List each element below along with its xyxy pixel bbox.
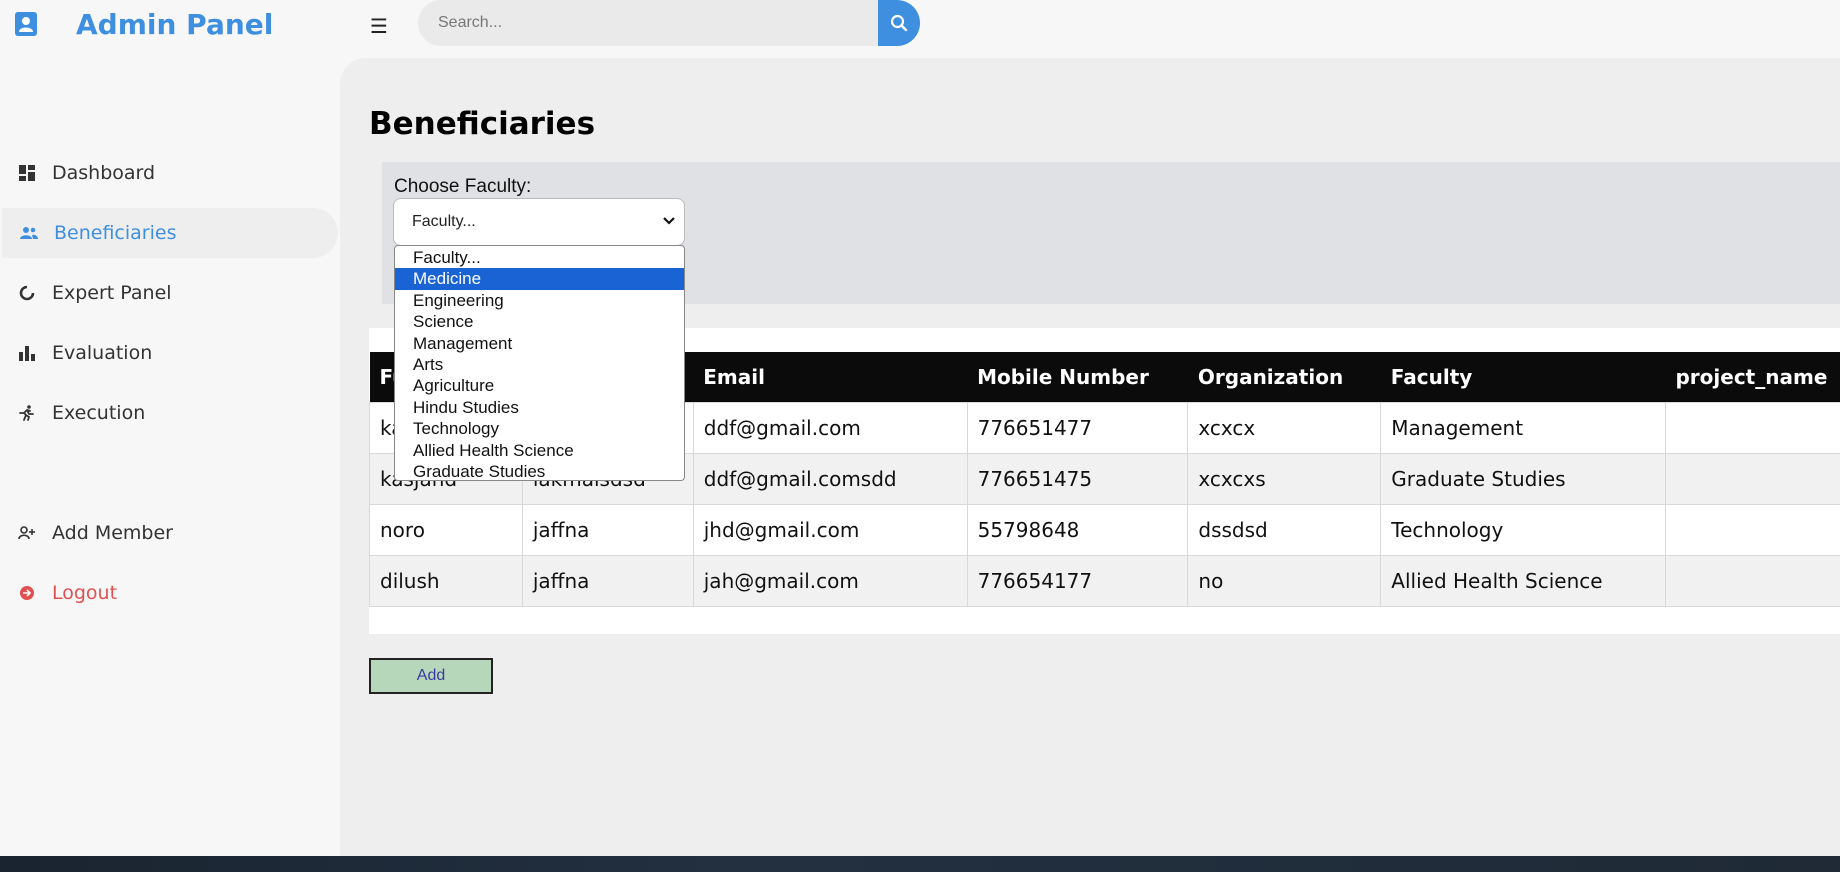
column-header[interactable]: project_name: [1665, 352, 1840, 402]
table-cell: [1664, 554, 1840, 607]
app-title: Admin Panel: [76, 7, 274, 41]
table-cell: Management: [1380, 401, 1666, 454]
dropdown-option[interactable]: Arts: [395, 354, 684, 375]
faculty-label: Choose Faculty:: [394, 176, 532, 197]
table-cell: xcxcxs: [1187, 452, 1382, 505]
table-cell: dilush: [369, 554, 523, 607]
table-cell: no: [1187, 554, 1382, 607]
table-cell: 55798648: [966, 503, 1189, 556]
os-taskbar: [0, 856, 1840, 872]
sidebar-item-label: Logout: [52, 582, 118, 604]
dropdown-option[interactable]: Engineering: [395, 290, 684, 311]
table-cell: noro: [369, 503, 523, 556]
dropdown-option-highlighted[interactable]: Medicine: [395, 268, 684, 290]
users-icon: [20, 224, 38, 242]
table-cell: xcxcx: [1187, 401, 1382, 454]
sidebar-item-add-member[interactable]: Add Member: [0, 508, 336, 558]
table-cell: jhd@gmail.com: [692, 503, 968, 556]
column-header[interactable]: Organization: [1187, 352, 1381, 402]
search-bar: [418, 0, 920, 46]
dropdown-option[interactable]: Hindu Studies: [395, 397, 684, 418]
dropdown-option[interactable]: Allied Health Science: [395, 440, 684, 461]
add-button[interactable]: Add: [369, 658, 493, 694]
bar-chart-icon: [18, 344, 36, 362]
menu-toggle-icon[interactable]: ☰: [370, 14, 388, 38]
sidebar-item-label: Beneficiaries: [54, 222, 177, 244]
logout-icon: [18, 584, 36, 602]
table-cell: jaffna: [521, 503, 694, 556]
search-input[interactable]: [418, 0, 878, 46]
table-cell: Graduate Studies: [1380, 452, 1666, 505]
sidebar-item-beneficiaries[interactable]: Beneficiaries: [2, 208, 338, 258]
table-cell: jah@gmail.com: [692, 554, 968, 607]
sidebar-item-label: Evaluation: [52, 342, 153, 364]
table-row[interactable]: noro jaffna jhd@gmail.com 55798648 dssds…: [369, 503, 1840, 556]
circle-arrow-icon: [18, 284, 36, 302]
user-plus-icon: [18, 524, 36, 542]
dropdown-option[interactable]: Graduate Studies: [395, 461, 684, 482]
chevron-down-icon: [663, 217, 675, 225]
table-cell: dssdsd: [1187, 503, 1382, 556]
dropdown-option[interactable]: Management: [395, 333, 684, 354]
table-cell: jaffna: [521, 554, 694, 607]
faculty-select-value: Faculty...: [412, 213, 476, 230]
column-header[interactable]: Email: [693, 352, 968, 402]
sidebar-item-label: Add Member: [52, 522, 173, 544]
faculty-dropdown-list: Faculty... Medicine Engineering Science …: [394, 245, 685, 481]
table-cell: ddf@gmail.com: [692, 401, 968, 454]
search-button[interactable]: [878, 0, 920, 46]
dropdown-option[interactable]: Technology: [395, 418, 684, 439]
page-title: Beneficiaries: [369, 106, 596, 142]
admin-badge-icon: [15, 12, 37, 36]
sidebar-item-execution[interactable]: Execution: [0, 388, 336, 438]
dashboard-icon: [18, 164, 36, 182]
sidebar-item-evaluation[interactable]: Evaluation: [0, 328, 336, 378]
table-cell: Technology: [1380, 503, 1666, 556]
sidebar-item-label: Execution: [52, 402, 146, 424]
sidebar-item-label: Dashboard: [52, 162, 156, 184]
table-cell: [1664, 503, 1840, 556]
sidebar-item-dashboard[interactable]: Dashboard: [0, 148, 336, 198]
table-cell: [1664, 401, 1840, 454]
dropdown-option[interactable]: Faculty...: [395, 247, 684, 268]
dropdown-option[interactable]: Agriculture: [395, 375, 684, 396]
table-cell: 776651477: [966, 401, 1189, 454]
table-cell: ddf@gmail.comsdd: [692, 452, 968, 505]
brand[interactable]: Admin Panel: [14, 6, 273, 42]
table-cell: [1664, 452, 1840, 505]
sidebar: Dashboard Beneficiaries Expert Panel Eva…: [0, 56, 340, 856]
sidebar-item-label: Expert Panel: [52, 282, 172, 304]
faculty-select[interactable]: Faculty...: [393, 198, 685, 246]
search-icon: [890, 14, 908, 32]
sidebar-item-logout[interactable]: Logout: [0, 568, 336, 618]
table-row[interactable]: dilush jaffna jah@gmail.com 776654177 no…: [369, 554, 1840, 607]
table-cell: Allied Health Science: [1380, 554, 1666, 607]
running-icon: [18, 404, 36, 422]
top-bar: Admin Panel ☰: [0, 0, 1840, 56]
dropdown-option[interactable]: Science: [395, 311, 684, 332]
table-cell: 776651475: [966, 452, 1189, 505]
table-cell: 776654177: [966, 554, 1189, 607]
column-header[interactable]: Mobile Number: [967, 352, 1188, 402]
column-header[interactable]: Faculty: [1380, 352, 1666, 402]
sidebar-item-expert-panel[interactable]: Expert Panel: [0, 268, 336, 318]
